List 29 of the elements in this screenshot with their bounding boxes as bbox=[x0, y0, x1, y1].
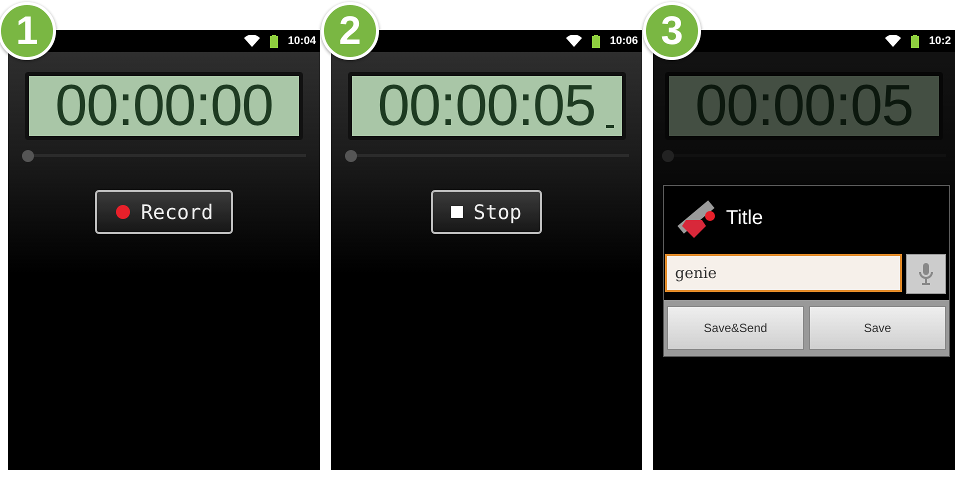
stop-button[interactable]: Stop bbox=[431, 190, 542, 234]
timer-text: 00:00:00 bbox=[55, 77, 273, 135]
status-time: 10:06 bbox=[610, 35, 638, 47]
timer-text: 00:00:05 bbox=[695, 77, 913, 135]
wifi-icon bbox=[884, 35, 901, 47]
title-input-field[interactable]: genie bbox=[665, 254, 902, 292]
timer-text: 00:00:05 bbox=[378, 77, 596, 135]
battery-icon bbox=[592, 34, 600, 48]
status-time: 10:04 bbox=[288, 35, 316, 47]
dialog-button[interactable]: Save bbox=[809, 306, 946, 350]
step-number: 1 bbox=[0, 2, 56, 60]
stop-square-icon bbox=[451, 206, 464, 218]
wifi-icon bbox=[244, 35, 260, 47]
step-number: 2 bbox=[321, 2, 379, 60]
wifi-icon bbox=[566, 35, 582, 47]
progress-thumb[interactable] bbox=[662, 150, 674, 162]
battery-icon bbox=[910, 34, 919, 48]
progress-thumb[interactable] bbox=[22, 150, 34, 162]
status-time: 10:2 bbox=[928, 35, 951, 47]
step-number: 3 bbox=[643, 2, 701, 60]
dialog-title: Title bbox=[726, 206, 764, 230]
microphone-icon bbox=[919, 263, 933, 285]
dialog-button[interactable]: Save&Send bbox=[667, 306, 804, 350]
progress-thumb[interactable] bbox=[344, 150, 356, 162]
microphone-button[interactable] bbox=[906, 254, 946, 294]
cursor-mark bbox=[606, 125, 614, 128]
record-dot-icon bbox=[114, 204, 131, 220]
battery-icon bbox=[270, 34, 278, 48]
record-button[interactable]: Record bbox=[94, 190, 234, 234]
